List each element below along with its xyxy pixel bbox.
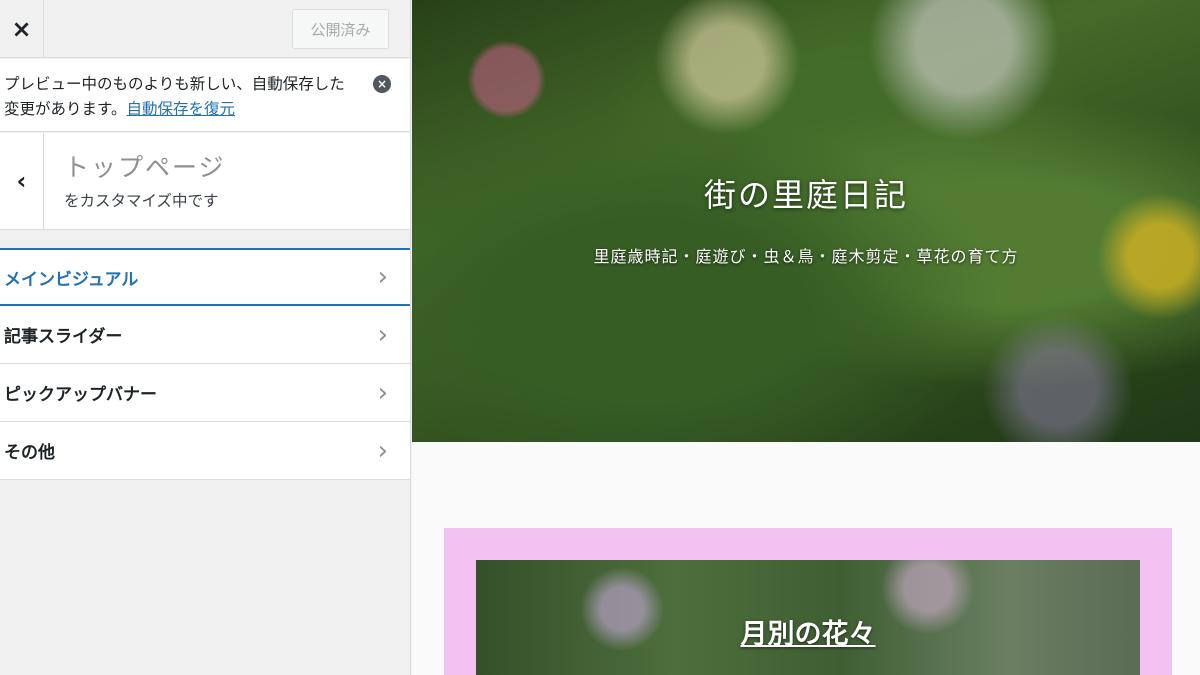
restore-autosave-link[interactable]: 自動保存を復元 <box>126 100 235 118</box>
section-subtitle: をカスタマイズ中です <box>64 192 219 210</box>
chevron-right-icon: › <box>377 262 388 292</box>
hero-image: 街の里庭日記 里庭歳時記・庭遊び・虫＆鳥・庭木剪定・草花の育て方 <box>412 0 1200 442</box>
menu-item-label: 記事スライダー <box>4 327 123 347</box>
menu-item-pickup-banner[interactable]: ピックアップバナー › <box>0 364 410 422</box>
autosave-notice: プレビュー中のものよりも新しい、自動保存した変更があります。自動保存を復元 × <box>0 59 410 132</box>
menu-item-article-slider[interactable]: 記事スライダー › <box>0 306 410 364</box>
menu-item-main-visual[interactable]: メインビジュアル › <box>0 248 410 306</box>
menu-item-label: その他 <box>4 443 55 463</box>
site-preview: 街の里庭日記 里庭歳時記・庭遊び・虫＆鳥・庭木剪定・草花の育て方 月別の花々 <box>412 0 1200 675</box>
menu-item-other[interactable]: その他 › <box>0 422 410 480</box>
chevron-right-icon: › <box>377 319 388 350</box>
section-title: トップページ <box>64 153 226 182</box>
menu-item-label: ピックアップバナー <box>4 385 157 405</box>
pickup-banner-frame: 月別の花々 <box>444 528 1172 675</box>
section-header: ‹ トップページ をカスタマイズ中です <box>0 133 410 230</box>
chevron-right-icon: › <box>377 377 388 408</box>
site-title[interactable]: 街の里庭日記 <box>412 170 1200 216</box>
publish-button[interactable]: 公開済み <box>292 9 389 49</box>
section-menu: メインビジュアル › 記事スライダー › ピックアップバナー › その他 › <box>0 248 410 480</box>
customizer-header: × 公開済み <box>0 0 410 58</box>
banner-title[interactable]: 月別の花々 <box>476 612 1140 651</box>
close-icon[interactable]: × <box>0 0 44 58</box>
dismiss-icon[interactable]: × <box>373 75 391 93</box>
pickup-banner[interactable]: 月別の花々 <box>476 560 1140 675</box>
site-tagline: 里庭歳時記・庭遊び・虫＆鳥・庭木剪定・草花の育て方 <box>593 247 1019 266</box>
menu-item-label: メインビジュアル <box>4 269 139 290</box>
chevron-right-icon: › <box>377 435 388 466</box>
back-icon[interactable]: ‹ <box>0 133 44 229</box>
customizer-sidebar: × 公開済み プレビュー中のものよりも新しい、自動保存した変更があります。自動保… <box>0 0 411 675</box>
